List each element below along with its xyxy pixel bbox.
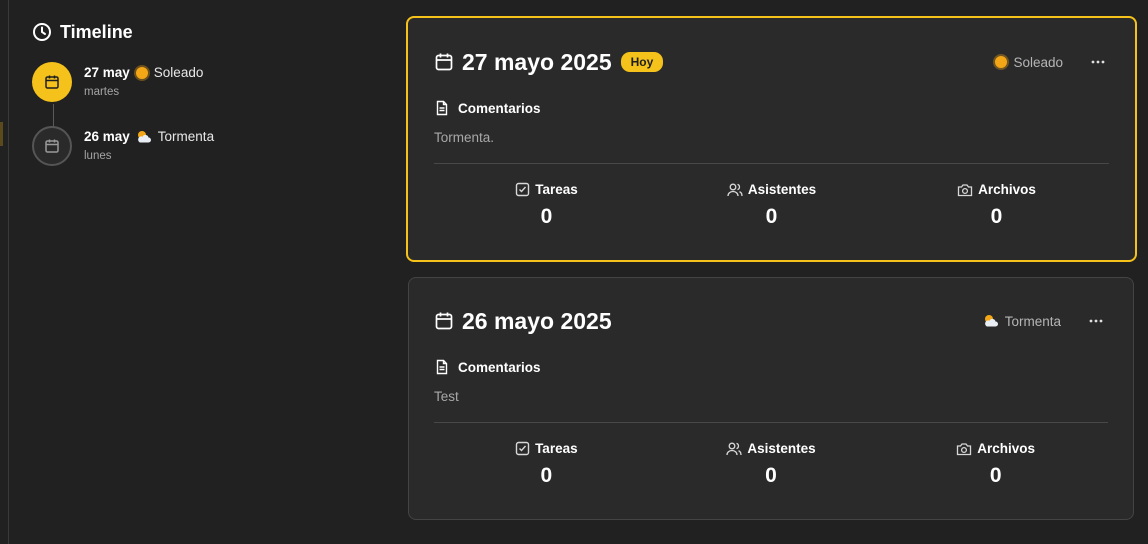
sun-icon [135, 66, 148, 79]
timeline-dot-active [32, 62, 72, 102]
timeline-item-weather: Tormenta [157, 129, 215, 144]
timeline-item-date: 27 may [84, 65, 130, 80]
timeline-panel: Timeline 27 may Soleado martes 26 may To… [32, 20, 372, 190]
comment-text: Test [434, 389, 459, 404]
checkbox-icon [515, 182, 530, 197]
clock-icon [32, 22, 52, 42]
stat-asistentes: Asistentes 0 [659, 182, 884, 229]
timeline-item-26-may[interactable]: 26 may Tormenta lunes [32, 126, 372, 190]
day-card-today[interactable]: 27 mayo 2025 Hoy Soleado Comentarios Tor… [406, 16, 1137, 262]
card-title: 26 mayo 2025 [462, 307, 612, 334]
stat-archivos: Archivos 0 [883, 441, 1108, 488]
calendar-icon [434, 52, 454, 72]
stat-value: 0 [989, 464, 1002, 487]
comments-label: Comentarios [458, 100, 541, 116]
timeline-dot-inactive [32, 126, 72, 166]
stat-value: 0 [765, 464, 777, 487]
card-weather: Tormenta [1004, 313, 1061, 329]
document-icon [434, 359, 450, 375]
divider [434, 163, 1109, 164]
users-icon [727, 182, 743, 197]
timeline-title: Timeline [60, 21, 133, 42]
left-rule [8, 0, 9, 544]
stat-asistentes: Asistentes 0 [659, 441, 884, 488]
timeline-item-date: 26 may [84, 129, 130, 144]
comments-label: Comentarios [458, 359, 541, 375]
stat-label: Tareas [535, 441, 578, 456]
camera-icon [957, 183, 973, 197]
calendar-icon [44, 74, 60, 90]
calendar-icon [44, 138, 60, 154]
comment-text: Tormenta. [434, 130, 495, 145]
timeline-item-27-may[interactable]: 27 may Soleado martes [32, 62, 372, 126]
stat-label: Archivos [977, 441, 1036, 456]
stat-value: 0 [990, 205, 1003, 228]
sun-behind-cloud-icon [983, 314, 999, 328]
ellipsis-icon [1089, 319, 1103, 323]
timeline-list: 27 may Soleado martes 26 may Tormenta lu… [32, 62, 372, 190]
checkbox-icon [515, 441, 530, 456]
stat-tareas: Tareas 0 [434, 441, 659, 488]
ellipsis-icon [1091, 60, 1105, 64]
divider [434, 422, 1108, 423]
comments-section: Comentarios [434, 100, 541, 116]
scroll-marker [0, 122, 3, 146]
timeline-item-weekday: lunes [84, 150, 112, 162]
stat-label: Archivos [978, 182, 1036, 197]
timeline-item-weather: Soleado [153, 65, 204, 80]
timeline-item-weekday: martes [84, 86, 120, 98]
document-icon [434, 100, 450, 116]
camera-icon [956, 442, 972, 456]
more-options-button[interactable] [1085, 311, 1107, 331]
today-badge: Hoy [620, 52, 664, 72]
sun-icon [995, 56, 1008, 68]
card-title: 27 mayo 2025 [462, 48, 612, 75]
stat-value: 0 [540, 464, 553, 487]
day-card-past[interactable]: 26 mayo 2025 Tormenta Comentarios Test T… [408, 277, 1134, 520]
stat-value: 0 [765, 205, 778, 228]
stat-label: Asistentes [747, 441, 816, 456]
users-icon [726, 441, 743, 456]
stat-label: Tareas [535, 182, 578, 197]
comments-section: Comentarios [434, 359, 541, 375]
stat-tareas: Tareas 0 [434, 182, 659, 229]
card-weather: Soleado [1013, 54, 1063, 70]
timeline-header: Timeline [32, 20, 372, 44]
stat-label: Asistentes [747, 182, 817, 197]
sun-behind-cloud-icon [136, 130, 152, 144]
calendar-icon [434, 311, 454, 331]
stats-row: Tareas 0 Asistentes 0 Archivos 0 [434, 182, 1109, 229]
stat-value: 0 [540, 205, 553, 228]
stat-archivos: Archivos 0 [884, 182, 1109, 229]
stats-row: Tareas 0 Asistentes 0 Archivos 0 [434, 441, 1108, 488]
more-options-button[interactable] [1087, 52, 1109, 72]
